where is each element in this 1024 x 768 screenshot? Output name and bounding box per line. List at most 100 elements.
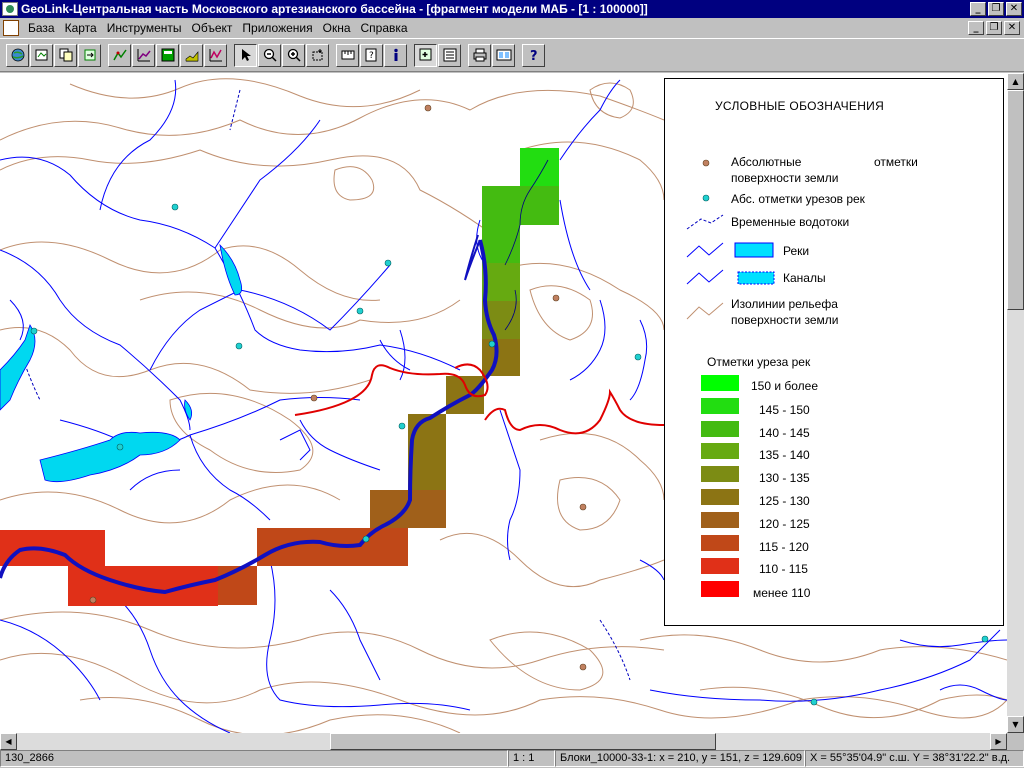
info-button[interactable]: [384, 43, 407, 67]
contour-line: [699, 686, 1007, 719]
ground-elevation-point: [579, 503, 587, 511]
open-map-button[interactable]: [6, 43, 29, 67]
profile-button[interactable]: [180, 43, 203, 67]
doc-close-button[interactable]: ✕: [1004, 21, 1020, 35]
status-bar: 130_2866 1 : 1 Блоки_10000-33-1: x = 210…: [0, 750, 1024, 768]
menu-base[interactable]: База: [23, 21, 60, 35]
scroll-up-button[interactable]: ▲: [1007, 73, 1024, 90]
canal-polygon-symbol: [737, 271, 775, 285]
vertical-scroll-thumb[interactable]: [1007, 90, 1024, 310]
legend-ground-label-1: Абсолютные: [731, 155, 802, 169]
layer-edit-icon: [112, 49, 127, 61]
pointer-icon: [241, 49, 251, 61]
river-level-point: [362, 535, 370, 543]
doc-restore-button[interactable]: ❐: [986, 21, 1002, 35]
river: [129, 469, 181, 491]
legend-river-level-label: Абс. отметки урезов рек: [731, 192, 865, 206]
maximize-button[interactable]: ❐: [988, 2, 1004, 16]
scale-label: 145 - 150: [759, 403, 810, 417]
legend-canals-label: Каналы: [783, 271, 826, 285]
close-button[interactable]: ✕: [1006, 2, 1022, 16]
properties-button[interactable]: [438, 43, 461, 67]
toolbar: ? ?: [0, 38, 1024, 72]
copy-icon: [59, 48, 72, 62]
print-preview-icon: [496, 49, 511, 61]
status-scale: 1 : 1: [508, 750, 555, 767]
menu-help[interactable]: Справка: [356, 21, 413, 35]
export-button[interactable]: [78, 43, 101, 67]
elevation-block: [408, 452, 446, 490]
chart-icon: [137, 49, 151, 62]
contour-line: [499, 262, 665, 331]
print-preview-button[interactable]: [492, 43, 515, 67]
help-button[interactable]: ?: [522, 43, 545, 67]
lake: [0, 324, 36, 411]
svg-text:?: ?: [530, 49, 538, 63]
help-icon: ?: [530, 49, 538, 63]
save-map-button[interactable]: [30, 43, 53, 67]
scale-label: 150 и более: [751, 379, 819, 393]
river: [499, 409, 521, 561]
legend-contour-label-1: Изолинии рельефа: [731, 297, 838, 311]
horizontal-scroll-thumb[interactable]: [330, 733, 716, 750]
zoom-in-button[interactable]: [282, 43, 305, 67]
river-level-point: [356, 307, 364, 315]
window-title: GeoLink-Центральная часть Московского ар…: [21, 2, 648, 16]
graph-button[interactable]: [204, 43, 227, 67]
scroll-right-button[interactable]: ▶: [990, 733, 1007, 750]
doc-minimize-button[interactable]: _: [968, 21, 984, 35]
zoom-out-button[interactable]: [258, 43, 281, 67]
copy-button[interactable]: [54, 43, 77, 67]
measure-button[interactable]: [336, 43, 359, 67]
minimize-button[interactable]: _: [970, 2, 986, 16]
horizontal-scrollbar[interactable]: ◀ ▶: [0, 733, 1007, 750]
scroll-left-button[interactable]: ◀: [0, 733, 17, 750]
contour-line: [639, 634, 1007, 663]
zoom-window-button[interactable]: [306, 43, 329, 67]
river-level-point: [488, 340, 496, 348]
scale-label: 125 - 130: [759, 494, 810, 508]
scale-swatch: [701, 558, 739, 574]
print-button[interactable]: [468, 43, 491, 67]
menu-object[interactable]: Объект: [187, 21, 238, 35]
status-coordinates: X = 55°35'04.9" с.ш. Y = 38°31'22.2" в.д…: [805, 750, 1024, 767]
river: [559, 199, 591, 291]
menu-map[interactable]: Карта: [60, 21, 102, 35]
river: [214, 119, 321, 249]
select-button[interactable]: [234, 43, 257, 67]
ground-elevation-point: [579, 663, 587, 671]
contour-line: [0, 611, 665, 669]
river: [239, 264, 391, 331]
menu-applications[interactable]: Приложения: [237, 21, 317, 35]
query-button[interactable]: ?: [360, 43, 383, 67]
legend-scale-title: Отметки уреза рек: [707, 355, 811, 369]
table-button[interactable]: [156, 43, 179, 67]
elevation-block: [482, 339, 520, 376]
globe-icon: [11, 48, 24, 62]
main-river-branch: [464, 234, 481, 281]
add-layer-icon: [419, 48, 431, 61]
ground-elevation-point: [424, 104, 432, 112]
scale-swatch: [701, 375, 739, 391]
ground-elevation-point: [310, 394, 318, 402]
app-icon[interactable]: [2, 2, 18, 16]
document-icon[interactable]: [3, 20, 19, 36]
river: [119, 599, 231, 733]
elevation-block: [520, 148, 559, 186]
river-elevation-blocks: [0, 148, 559, 606]
layer-edit-button[interactable]: [108, 43, 131, 67]
zoom-window-icon: [312, 49, 322, 61]
menu-tools[interactable]: Инструменты: [102, 21, 187, 35]
scale-label: 115 - 120: [759, 540, 809, 554]
menu-windows[interactable]: Окна: [318, 21, 356, 35]
add-layer-button[interactable]: [414, 43, 437, 67]
profile-icon: [185, 51, 198, 62]
scroll-down-button[interactable]: ▼: [1007, 716, 1024, 733]
cyan-dot-symbol: [702, 194, 710, 202]
canal-line-symbol: [686, 269, 724, 285]
map-legend: УСЛОВНЫЕ ОБОЗНАЧЕНИЯ Абсолютные отметки …: [664, 78, 1004, 626]
river-level-point: [398, 422, 406, 430]
vertical-scrollbar[interactable]: ▲ ▼: [1007, 73, 1024, 733]
river-level-point: [384, 259, 392, 267]
chart-button[interactable]: [132, 43, 155, 67]
